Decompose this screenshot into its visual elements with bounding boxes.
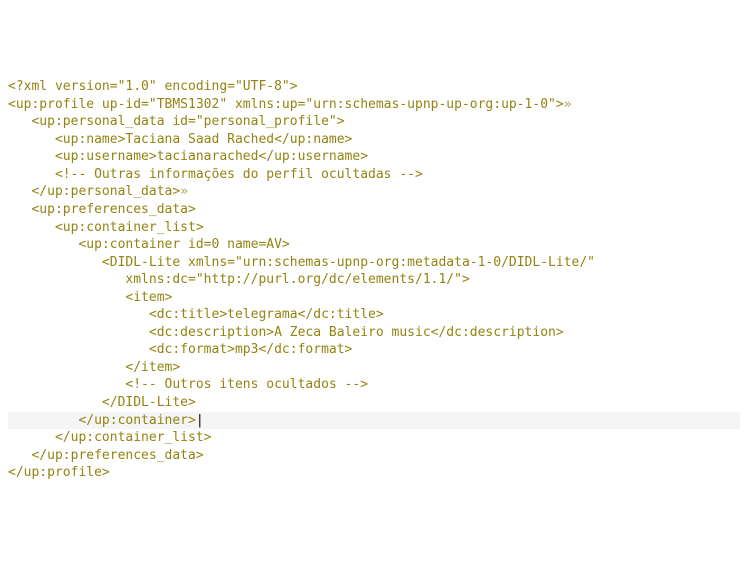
code-line: <dc:description>A Zeca Baleiro music</dc… xyxy=(8,324,740,342)
code-line: </up:profile> xyxy=(8,464,740,482)
code-line: <up:username>tacianarached</up:username> xyxy=(8,148,740,166)
code-line: </up:container_list> xyxy=(8,429,740,447)
code-line: <DIDL-Lite xmlns="urn:schemas-upnp-org:m… xyxy=(8,254,740,272)
code-line: <dc:title>telegrama</dc:title> xyxy=(8,306,740,324)
xml-code-block: <?xml version="1.0" encoding="UTF-8"><up… xyxy=(8,78,740,482)
code-line: <up:preferences_data> xyxy=(8,201,740,219)
code-line: <!-- Outros itens ocultados --> xyxy=(8,376,740,394)
code-line: </up:personal_data>» xyxy=(8,183,740,201)
code-line: </up:preferences_data> xyxy=(8,447,740,465)
code-line: <!-- Outras informações do perfil oculta… xyxy=(8,166,740,184)
code-line: <item> xyxy=(8,289,740,307)
code-line: <up:container_list> xyxy=(8,219,740,237)
code-line: xmlns:dc="http://purl.org/dc/elements/1.… xyxy=(8,271,740,289)
code-line: <up:personal_data id="personal_profile"> xyxy=(8,113,740,131)
code-line: <up:profile up-id="TBMS1302" xmlns:up="u… xyxy=(8,96,740,114)
code-line: <dc:format>mp3</dc:format> xyxy=(8,341,740,359)
code-line: <up:container id=0 name=AV> xyxy=(8,236,740,254)
code-line: </DIDL-Lite> xyxy=(8,394,740,412)
code-line: </item> xyxy=(8,359,740,377)
code-line: </up:container>| xyxy=(8,412,740,430)
code-line: <?xml version="1.0" encoding="UTF-8"> xyxy=(8,78,740,96)
code-line: <up:name>Taciana Saad Rached</up:name> xyxy=(8,131,740,149)
